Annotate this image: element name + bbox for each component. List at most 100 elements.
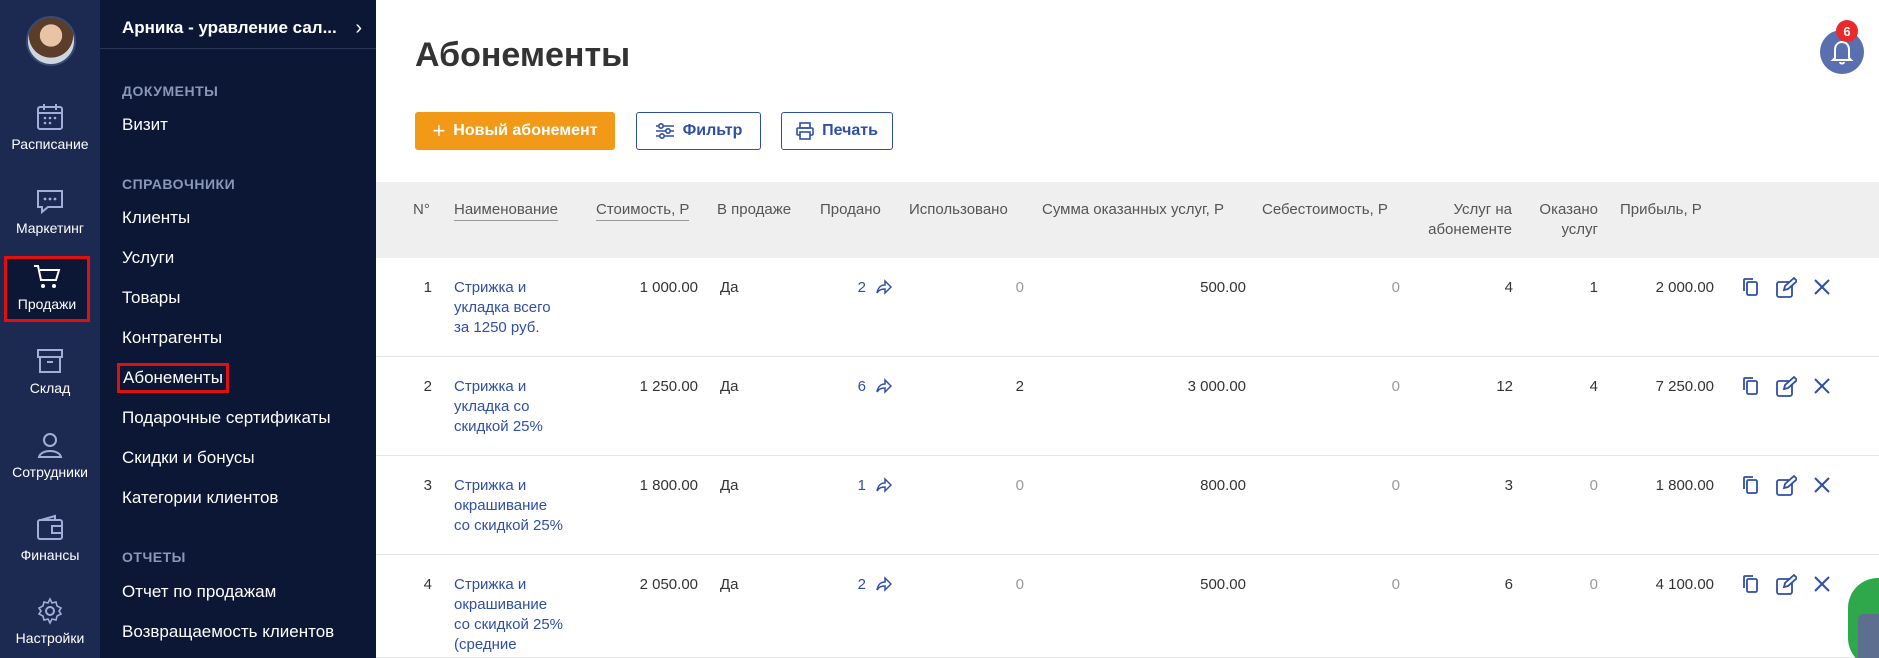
filter-button[interactable]: Фильтр bbox=[636, 112, 761, 150]
rail-item-sales[interactable]: Продажи bbox=[4, 256, 90, 322]
services-on-sub-value: 3 bbox=[1504, 477, 1513, 494]
copy-icon bbox=[1743, 278, 1758, 296]
edit-button[interactable] bbox=[1775, 474, 1799, 502]
rail-label: Маркетинг bbox=[15, 220, 85, 236]
sold-link[interactable]: 2 bbox=[830, 575, 866, 595]
col-services-sum: Сумма оказанных услуг, Р bbox=[1042, 201, 1225, 218]
row-number: 3 bbox=[423, 477, 432, 494]
rail-item-staff[interactable]: Сотрудники bbox=[0, 420, 100, 498]
row-number: 4 bbox=[423, 576, 432, 593]
sold-link[interactable]: 6 bbox=[830, 377, 866, 397]
new-subscription-label: Новый абонемент bbox=[453, 122, 598, 139]
divider bbox=[100, 48, 376, 49]
sidebar-item-contractors[interactable]: Контрагенты bbox=[122, 328, 222, 348]
rail-item-settings[interactable]: Настройки bbox=[0, 586, 100, 658]
services-sum-value: 3 000.00 bbox=[1187, 378, 1246, 395]
rail-item-marketing[interactable]: Маркетинг bbox=[0, 176, 100, 254]
rail-item-warehouse[interactable]: Склад bbox=[0, 336, 100, 414]
sliders-icon bbox=[655, 123, 674, 139]
delete-button[interactable] bbox=[1812, 475, 1832, 500]
edit-icon bbox=[1776, 375, 1799, 397]
table-row bbox=[376, 555, 1879, 658]
print-button[interactable]: Печать bbox=[781, 112, 893, 150]
table-row bbox=[376, 258, 1879, 357]
edit-icon bbox=[1776, 573, 1799, 595]
col-self-cost: Себестоимость, Р bbox=[1262, 201, 1388, 218]
col-services-line1: Услуг на bbox=[1453, 201, 1512, 218]
edit-icon bbox=[1776, 276, 1799, 298]
rail-label: Сотрудники bbox=[12, 464, 88, 480]
rendered-value: 4 bbox=[1589, 378, 1598, 395]
copy-icon bbox=[1743, 575, 1758, 593]
delete-button[interactable] bbox=[1812, 574, 1832, 599]
col-rendered-line2: услуг bbox=[1561, 221, 1598, 238]
sidebar-item-sales-report[interactable]: Отчет по продажам bbox=[122, 582, 276, 602]
services-on-sub-value: 6 bbox=[1504, 576, 1513, 593]
used-value: 0 bbox=[1015, 279, 1024, 296]
rail-item-schedule[interactable]: Расписание bbox=[0, 92, 100, 170]
profit-value: 4 100.00 bbox=[1655, 576, 1714, 593]
subscription-name-link[interactable]: Стрижка и окрашивание со скидкой 25% bbox=[454, 476, 579, 536]
services-sum-value: 500.00 bbox=[1200, 279, 1246, 296]
delete-button[interactable] bbox=[1812, 376, 1832, 401]
share-arrow-icon[interactable] bbox=[876, 279, 893, 300]
col-services-line2: абонементе bbox=[1428, 221, 1512, 238]
copy-button[interactable] bbox=[1741, 277, 1761, 302]
col-cost[interactable]: Стоимость, Р bbox=[596, 200, 690, 221]
sold-link[interactable]: 1 bbox=[830, 476, 866, 496]
col-rendered-line1: Оказано bbox=[1539, 201, 1598, 218]
sold-link[interactable]: 2 bbox=[830, 278, 866, 298]
sidebar-item-clients[interactable]: Клиенты bbox=[122, 208, 190, 228]
sidebar-item-gift-certificates[interactable]: Подарочные сертификаты bbox=[122, 408, 331, 428]
subscription-name-link[interactable]: Стрижка и окрашивание со скидкой 25% (средн… bbox=[454, 575, 579, 655]
copy-button[interactable] bbox=[1741, 475, 1761, 500]
sidebar-item-goods[interactable]: Товары bbox=[122, 288, 180, 308]
copy-button[interactable] bbox=[1741, 376, 1761, 401]
chat-icon bbox=[37, 190, 63, 215]
rail-label: Расписание bbox=[11, 136, 89, 152]
icon-rail: Расписание Маркетинг Продажи Склад Сотру… bbox=[0, 0, 100, 658]
rail-item-finance[interactable]: Финансы bbox=[0, 503, 100, 581]
close-icon bbox=[1814, 378, 1830, 394]
company-selector[interactable]: Арника - уравление сал... › bbox=[122, 12, 362, 44]
share-arrow-icon[interactable] bbox=[876, 477, 893, 498]
sidebar-item-discounts[interactable]: Скидки и бонусы bbox=[122, 448, 255, 468]
edit-button[interactable] bbox=[1775, 573, 1799, 601]
sidebar-item-client-categories[interactable]: Категории клиентов bbox=[122, 488, 278, 508]
on-sale-value: Да bbox=[720, 576, 739, 593]
rail-label: Продажи bbox=[17, 296, 77, 312]
services-sum-value: 500.00 bbox=[1200, 576, 1246, 593]
share-arrow-icon[interactable] bbox=[876, 576, 893, 597]
subscription-name-link[interactable]: Стрижка и укладка всего за 1250 руб. bbox=[454, 278, 579, 338]
section-documents: ДОКУМЕНТЫ bbox=[122, 83, 219, 99]
copy-button[interactable] bbox=[1741, 574, 1761, 599]
name-line: Стрижка и bbox=[454, 576, 527, 593]
name-line: Стрижка и bbox=[454, 279, 527, 296]
col-name[interactable]: Наименование bbox=[454, 200, 558, 221]
edit-button[interactable] bbox=[1775, 276, 1799, 304]
cart-icon bbox=[34, 265, 61, 288]
table-row bbox=[376, 456, 1879, 555]
delete-button[interactable] bbox=[1812, 277, 1832, 302]
cost-value: 2 050.00 bbox=[639, 576, 698, 593]
sidebar-item-client-return[interactable]: Возвращаемость клиентов bbox=[122, 622, 334, 642]
name-line: за 1250 руб. bbox=[454, 319, 540, 336]
sidebar-item-services[interactable]: Услуги bbox=[122, 248, 174, 268]
on-sale-value: Да bbox=[720, 477, 739, 494]
services-on-sub-value: 12 bbox=[1496, 378, 1513, 395]
copy-icon bbox=[1743, 377, 1758, 395]
side-tab[interactable] bbox=[1858, 614, 1879, 658]
services-on-sub-value: 4 bbox=[1504, 279, 1513, 296]
edit-button[interactable] bbox=[1775, 375, 1799, 403]
sidebar-item-subscriptions[interactable]: Абонементы bbox=[117, 363, 229, 393]
subscription-name-link[interactable]: Стрижка и укладка со скидкой 25% bbox=[454, 377, 579, 437]
share-arrow-icon[interactable] bbox=[876, 378, 893, 399]
table-row bbox=[376, 357, 1879, 456]
name-line: со скидкой 25% bbox=[454, 517, 564, 534]
sidebar: Арника - уравление сал... › ДОКУМЕНТЫ Ви… bbox=[100, 0, 376, 658]
new-subscription-button[interactable]: + Новый абонемент bbox=[415, 112, 615, 150]
sidebar-item-visit[interactable]: Визит bbox=[122, 115, 168, 135]
used-value: 0 bbox=[1015, 576, 1024, 593]
filter-label: Фильтр bbox=[682, 122, 743, 139]
avatar[interactable] bbox=[26, 16, 76, 66]
